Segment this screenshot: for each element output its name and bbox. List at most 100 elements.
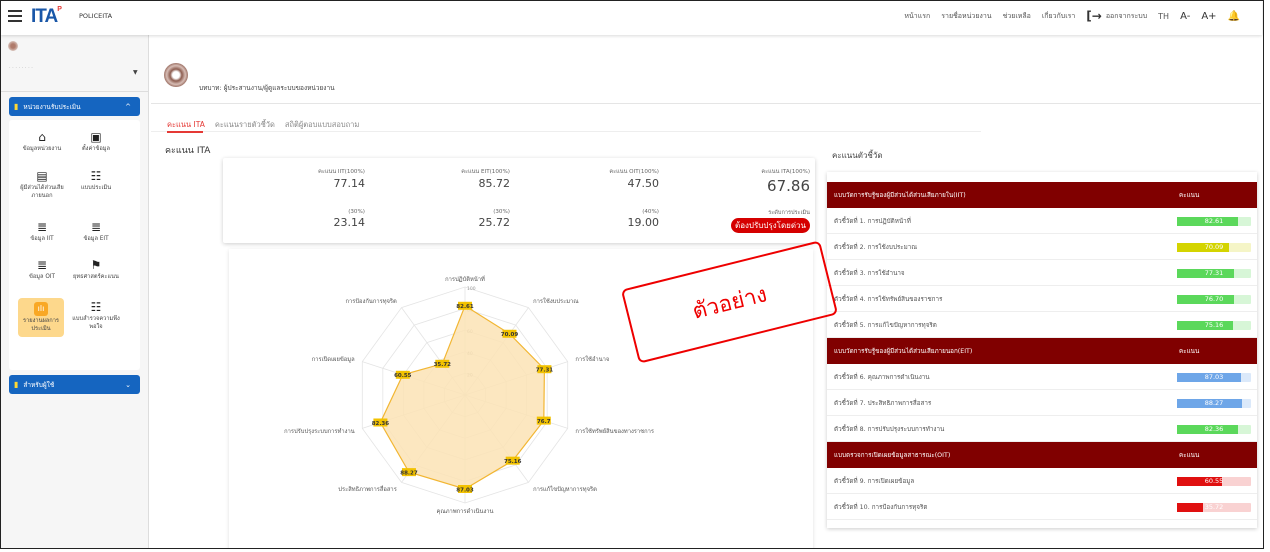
indicator-label: ตัวชี้วัดที่ 10. การป้องกันการทุจริต xyxy=(834,503,928,511)
indicator-row: ตัวชี้วัดที่ 8. การปรับปรุงระบบการทำงาน 8… xyxy=(827,416,1257,442)
indicator-row: ตัวชี้วัดที่ 6. คุณภาพการดำเนินงาน 87.03 xyxy=(827,364,1257,390)
survey-icon: ☷ xyxy=(90,300,102,314)
score-column-header: คะแนน xyxy=(1179,192,1200,199)
bell-icon[interactable]: 🔔 xyxy=(1228,11,1240,22)
score-column-header: คะแนน xyxy=(1179,348,1200,355)
sidebar-item-external-stakeholders[interactable]: ▤ ผู้มีส่วนได้ส่วนเสีย ภายนอก xyxy=(17,169,67,200)
active-tab-underline xyxy=(167,131,203,133)
indicator-score-bar: 75.16 xyxy=(1177,321,1251,330)
font-increase-button[interactable]: A+ xyxy=(1201,11,1216,22)
indicator-score-value: 82.36 xyxy=(1204,425,1224,433)
indicator-score-bar: 70.09 xyxy=(1177,243,1251,252)
radar-category-label: การแก้ไขปัญหาการทุจริต xyxy=(533,485,597,493)
stakeholder-icon: ▤ xyxy=(36,169,48,183)
indicator-group-header: แบบวัดการรับรู้ของผู้มีส่วนได้ส่วนเสียภา… xyxy=(827,338,1257,364)
radar-value-label: 88.27 xyxy=(400,470,418,476)
tab-respondent-stats[interactable]: สถิติผู้ตอบแบบสอบถาม xyxy=(285,119,359,131)
sidebar-item-agency-info[interactable]: ⌂ ข้อมูลหน่วยงาน xyxy=(17,130,67,154)
nav-help-link[interactable]: ช่วยเหลือ xyxy=(1003,11,1031,22)
radar-category-label: ประสิทธิภาพการสื่อสาร xyxy=(338,485,397,493)
sidebar-item-assessment-form[interactable]: ☷ แบบประเมิน xyxy=(71,169,121,193)
iit-score: คะแนน IIT(100%) 77.14 xyxy=(318,169,365,190)
indicator-row: ตัวชี้วัดที่ 4. การใช้ทรัพย์สินของราชการ… xyxy=(827,286,1257,312)
radar-category-label: การใช้ทรัพย์สินของทางราชการ xyxy=(575,427,654,435)
sidebar-item-report[interactable]: ılı รายงานผลการประเมิน xyxy=(18,298,64,338)
indicator-score-bar: 77.31 xyxy=(1177,269,1251,278)
radar-category-label: การปรับปรุงระบบการทำงาน xyxy=(284,427,355,435)
indicator-label: ตัวชี้วัดที่ 9. การเปิดเผยข้อมูล xyxy=(834,477,915,485)
indicator-panel-title: คะแนนตัวชี้วัด xyxy=(832,151,883,160)
list-check-icon: ▣ xyxy=(90,130,102,144)
tab-indicator-score[interactable]: คะแนนรายตัวชี้วัด xyxy=(215,119,275,131)
radar-value-label: 60.55 xyxy=(394,373,412,379)
agency-selector-text: · · · · · · · · xyxy=(9,65,33,71)
indicator-label: ตัวชี้วัดที่ 5. การแก้ไขปัญหาการทุจริต xyxy=(834,321,937,329)
sidebar-item-oit[interactable]: ≣ ข้อมูล OIT xyxy=(17,258,67,282)
indicator-row: ตัวชี้วัดที่ 1. การปฏิบัติหน้าที่ 82.61 xyxy=(827,208,1257,234)
sidebar-item-strategy-score[interactable]: ⚑ ยุทธศาสตร์คะแนน xyxy=(71,258,121,282)
sidebar-item-iit[interactable]: ≣ ข้อมูล IIT xyxy=(17,220,67,244)
sidebar-item-settings[interactable]: ▣ ตั้งค่าข้อมูล xyxy=(71,130,121,154)
logout-icon: [→ xyxy=(1086,9,1102,23)
role-breadcrumb: บทบาท: ผู้ประสานงาน/ผู้ดูแลระบบของหน่วยง… xyxy=(199,84,335,92)
app-frame: ITAP POLICEITA หน้าแรก รายชื่อหน่วยงาน ช… xyxy=(0,0,1264,549)
score-tabs: คะแนน ITA คะแนนรายตัวชี้วัด สถิติผู้ตอบแ… xyxy=(167,119,359,131)
list-icon: ≣ xyxy=(36,258,48,272)
indicator-score-value: 88.27 xyxy=(1204,399,1224,407)
section-marker-icon: ▮ xyxy=(14,102,19,111)
indicator-label: ตัวชี้วัดที่ 4. การใช้ทรัพย์สินของราชการ xyxy=(834,295,943,303)
sidebar-item-satisfaction-survey[interactable]: ☷ แบบสำรวจความพึงพอใจ xyxy=(71,300,121,331)
oit-weighted-score: (40%) 19.00 xyxy=(627,209,660,229)
sidebar: · · · · · · · · ▼ ▮ หน่วยงานรับประเมิน ^… xyxy=(1,35,149,548)
indicator-score-value: 75.16 xyxy=(1204,321,1224,329)
sidebar-divider xyxy=(1,91,149,92)
sidebar-section-agency[interactable]: ▮ หน่วยงานรับประเมิน ^ xyxy=(9,97,140,116)
sidebar-section-user[interactable]: ▮ สำหรับผู้ใช้ ⌄ xyxy=(9,375,140,394)
indicator-score-bar: 35.72 xyxy=(1177,503,1251,512)
section-marker-icon: ▮ xyxy=(14,380,19,389)
indicator-score-bar: 76.70 xyxy=(1177,295,1251,304)
hamburger-menu-icon[interactable] xyxy=(8,10,22,22)
top-nav: หน้าแรก รายชื่อหน่วยงาน ช่วยเหลือ เกี่ยว… xyxy=(904,9,1240,23)
chevron-down-icon: ⌄ xyxy=(125,380,131,389)
tab-ita-score[interactable]: คะแนน ITA xyxy=(167,119,205,131)
indicator-group-title: แบบตรวจการเปิดเผยข้อมูลสาธารณะ(OIT) xyxy=(834,452,951,459)
radar-value-label: 87.03 xyxy=(456,487,474,493)
nav-home-link[interactable]: หน้าแรก xyxy=(904,11,930,22)
flag-icon: ⚑ xyxy=(90,258,102,272)
agency-crest xyxy=(164,63,188,87)
sidebar-item-eit[interactable]: ≣ ข้อมูล EIT xyxy=(71,220,121,244)
sidebar-menu-grid: ⌂ ข้อมูลหน่วยงาน ▣ ตั้งค่าข้อมูล ▤ ผู้มีส่ว… xyxy=(9,120,140,370)
brand-text: POLICEITA xyxy=(79,12,113,20)
indicator-label: ตัวชี้วัดที่ 2. การใช้งบประมาณ xyxy=(834,243,918,251)
indicator-score-value: 87.03 xyxy=(1204,373,1224,381)
list-icon: ≣ xyxy=(36,220,48,234)
status-badge: ต้องปรับปรุงโดยด่วน xyxy=(731,218,810,233)
indicator-label: ตัวชี้วัดที่ 1. การปฏิบัติหน้าที่ xyxy=(834,217,911,225)
nav-about-link[interactable]: เกี่ยวกับเรา xyxy=(1042,11,1075,22)
font-decrease-button[interactable]: A- xyxy=(1180,11,1190,22)
indicator-group-header: แบบตรวจการเปิดเผยข้อมูลสาธารณะ(OIT) คะแนน xyxy=(827,442,1257,468)
radar-value-label: 75.16 xyxy=(504,459,522,465)
radar-category-label: การใช้งบประมาณ xyxy=(533,297,579,305)
radar-category-label: การใช้อำนาจ xyxy=(575,355,609,363)
nav-agencies-link[interactable]: รายชื่อหน่วยงาน xyxy=(941,11,991,22)
iit-weighted-score: (30%) 23.14 xyxy=(333,209,366,229)
indicator-score-value: 60.55 xyxy=(1204,477,1224,485)
score-column-header: คะแนน xyxy=(1179,452,1200,459)
indicator-score-value: 77.31 xyxy=(1204,269,1224,277)
indicator-group-title: แบบวัดการรับรู้ของผู้มีส่วนได้ส่วนเสียภา… xyxy=(834,192,966,199)
indicator-score-value: 35.72 xyxy=(1204,503,1224,511)
ita-logo[interactable]: ITAP xyxy=(31,6,62,28)
radar-tick-label: 100 xyxy=(467,286,476,292)
radar-value-label: 70.09 xyxy=(501,332,519,338)
language-switch[interactable]: TH xyxy=(1158,12,1169,21)
top-bar: ITAP POLICEITA หน้าแรก รายชื่อหน่วยงาน ช… xyxy=(1,1,1262,35)
radar-category-label: การป้องกันการทุจริต xyxy=(345,297,397,305)
chevron-up-icon: ^ xyxy=(125,102,131,111)
indicator-row: ตัวชี้วัดที่ 5. การแก้ไขปัญหาการทุจริต 75… xyxy=(827,312,1257,338)
grid-icon: ☷ xyxy=(90,169,102,183)
chevron-down-icon[interactable]: ▼ xyxy=(133,69,138,76)
radar-value-label: 82.36 xyxy=(372,421,390,427)
logout-button[interactable]: [→ ออกจากระบบ xyxy=(1086,9,1147,23)
